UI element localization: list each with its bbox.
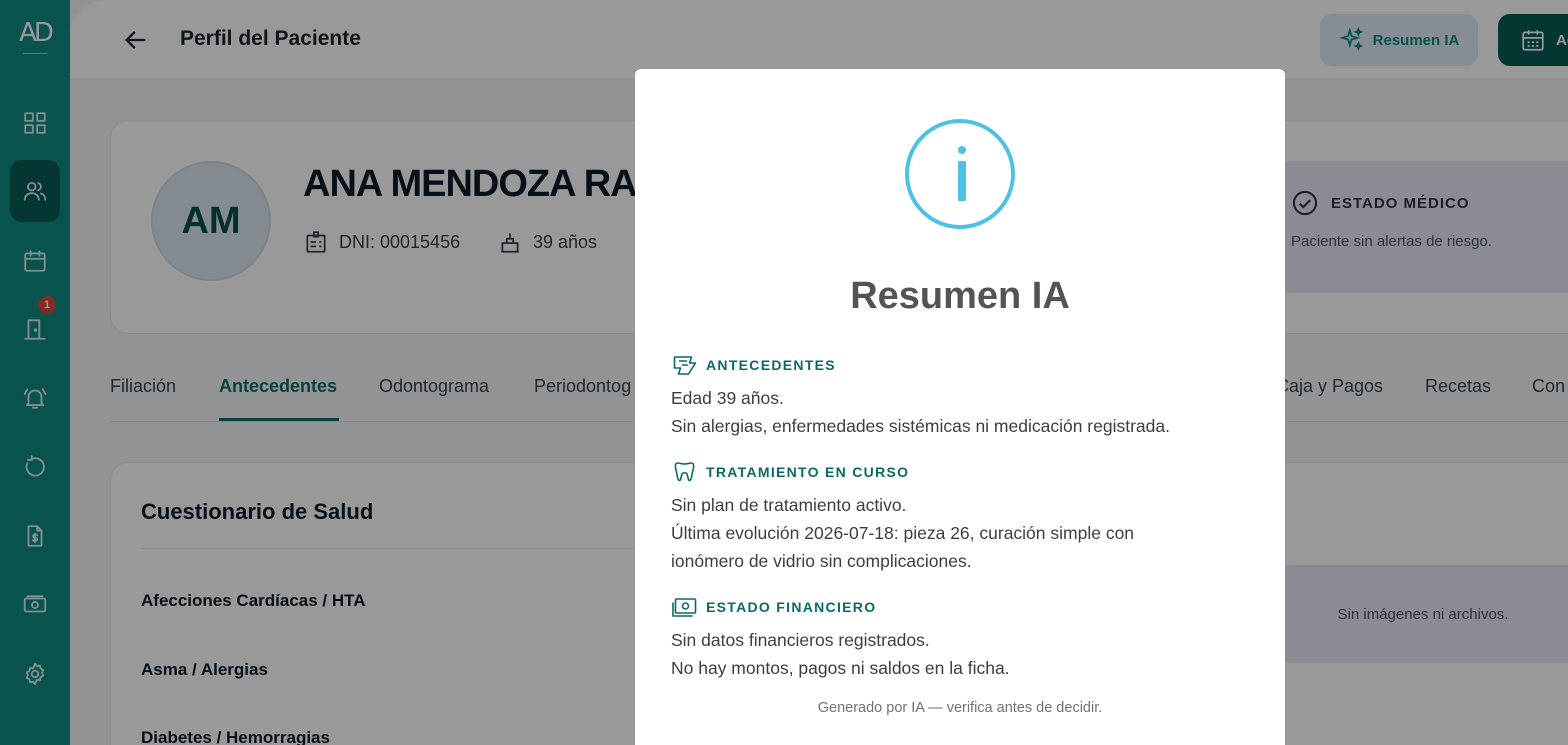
- money-icon: [672, 598, 697, 617]
- summary-line: Última evolución 2026-07-18: pieza 26, c…: [671, 523, 1135, 543]
- summary-line: No hay montos, pagos ni saldos en la fic…: [671, 658, 1010, 678]
- section-financiero-heading: ESTADO FINANCIERO: [671, 595, 876, 619]
- summary-line: Sin plan de tratamiento activo.: [671, 495, 907, 515]
- modal-title: Resumen IA: [850, 275, 1070, 317]
- section-heading-text: TRATAMIENTO EN CURSO: [706, 464, 910, 480]
- summary-line: Sin alergias, enfermedades sistémicas ni…: [671, 416, 1170, 436]
- summary-line: ionómero de vidrio sin complicaciones.: [671, 551, 972, 571]
- info-icon: [905, 119, 1015, 229]
- ai-disclaimer: Generado por IA — verifica antes de deci…: [817, 700, 1103, 716]
- section-heading-text: ESTADO FINANCIERO: [706, 599, 877, 615]
- resumen-ia-modal: Resumen IA ANTECEDENTES Edad 39 años. Si…: [635, 69, 1285, 745]
- summary-line: Sin datos financieros registrados.: [671, 630, 930, 650]
- section-heading-text: ANTECEDENTES: [706, 357, 836, 373]
- summary-line: Edad 39 años.: [671, 388, 784, 408]
- section-tratamiento-heading: TRATAMIENTO EN CURSO: [671, 460, 909, 484]
- clipboard-history-icon: [673, 356, 697, 375]
- tooth-icon: [674, 462, 695, 482]
- section-antecedentes-heading: ANTECEDENTES: [671, 353, 836, 377]
